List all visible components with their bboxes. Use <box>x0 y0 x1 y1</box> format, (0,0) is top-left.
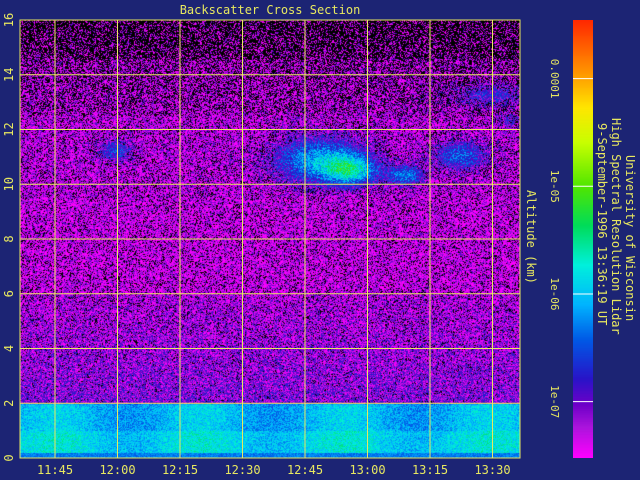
y-tick-label: 10 <box>2 177 16 191</box>
x-tick-label: 13:15 <box>412 463 448 477</box>
y-tick-label: 2 <box>2 400 16 407</box>
y-tick-label: 16 <box>2 13 16 27</box>
colorbar: 1e-07 1e-06 1e-05 0.0001 <box>548 20 593 458</box>
x-tick-label: 12:15 <box>162 463 198 477</box>
x-axis: 11:45 12:00 12:15 12:30 12:45 13:00 13:15 13:30 <box>37 463 511 477</box>
annotation-line-1: University of Wisconsin <box>623 155 637 321</box>
y-tick-label: 12 <box>2 122 16 136</box>
annotation: University of Wisconsin High Spectral Re… <box>595 118 637 335</box>
plot-area <box>19 19 521 459</box>
colorbar-tick-label: 0.0001 <box>548 59 561 99</box>
x-tick-label: 13:30 <box>474 463 510 477</box>
colorbar-tick-label: 1e-07 <box>548 385 561 418</box>
colorbar-tick-label: 1e-05 <box>548 170 561 203</box>
y-tick-label: 0 <box>2 454 16 461</box>
x-tick-label: 12:00 <box>99 463 135 477</box>
x-tick-label: 11:45 <box>37 463 73 477</box>
x-tick-label: 12:45 <box>287 463 323 477</box>
chart-title: Backscatter Cross Section <box>180 3 361 17</box>
colorbar-tick-label: 1e-06 <box>548 277 561 310</box>
annotation-line-3: 9-September-1996 13:36:19 UT <box>595 123 609 325</box>
colorbar-gradient-container <box>573 20 593 458</box>
annotation-line-2: High Spectral Resolution Lidar <box>609 118 623 335</box>
x-tick-label: 12:30 <box>224 463 260 477</box>
y-tick-label: 6 <box>2 290 16 297</box>
colorbar-gradient <box>573 20 593 458</box>
y-tick-label: 8 <box>2 235 16 242</box>
y-axis-title: Altitude (km) <box>524 190 538 284</box>
lidar-figure: Backscatter Cross Section 0246810121416 … <box>2 3 637 477</box>
x-tick-label: 13:00 <box>349 463 385 477</box>
y-tick-label: 14 <box>2 68 16 82</box>
y-tick-label: 4 <box>2 345 16 352</box>
y-axis: 0 2 4 6 8 10 12 14 16 <box>2 13 16 462</box>
